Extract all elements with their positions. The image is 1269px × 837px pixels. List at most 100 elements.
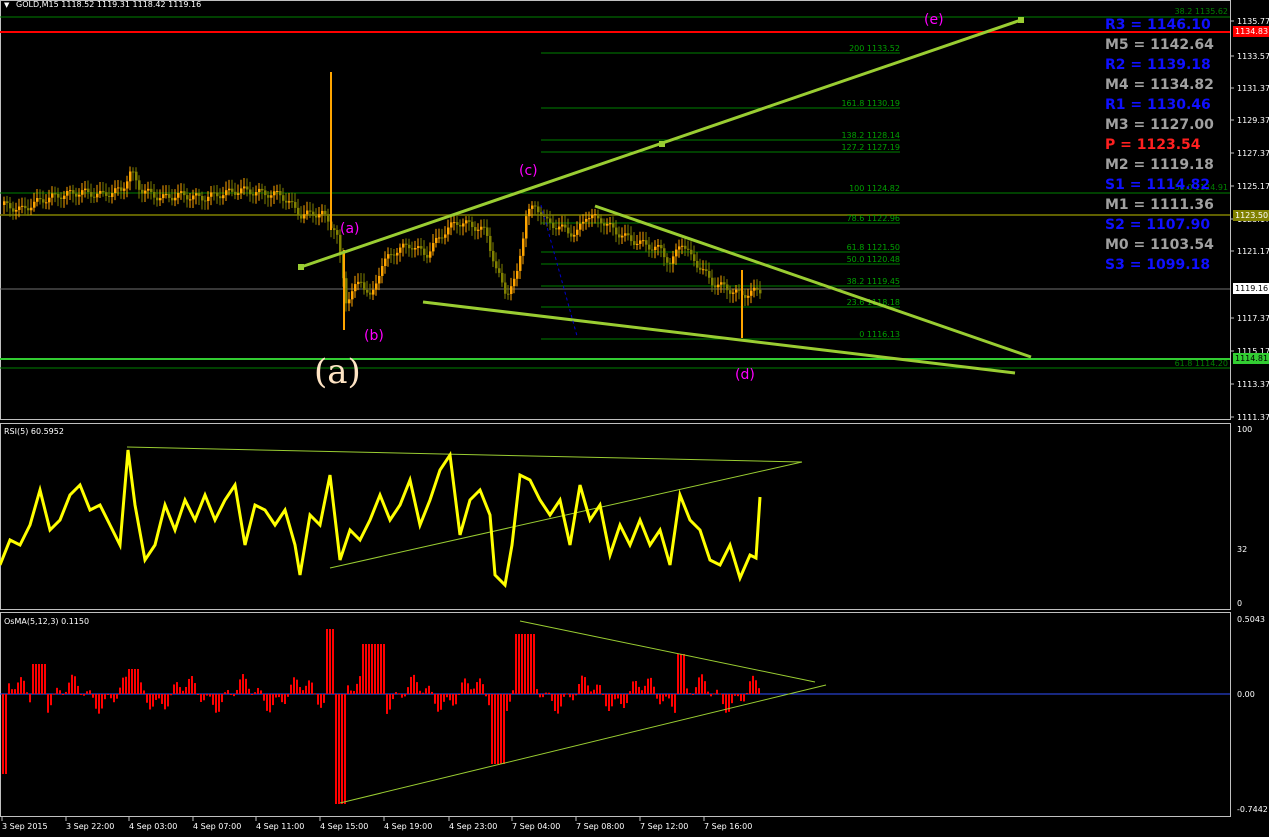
osma-bar — [407, 687, 409, 694]
candle-body — [243, 186, 246, 189]
candle-body — [369, 292, 372, 295]
osma-bar — [197, 694, 199, 695]
candle-body — [501, 272, 504, 283]
candle-body — [408, 244, 411, 249]
candle-body — [750, 290, 753, 296]
osma-bar — [92, 694, 94, 698]
osma-bar — [161, 694, 163, 704]
osma-upper-trendline[interactable] — [519, 620, 816, 683]
osma-bar — [554, 694, 556, 711]
candle-body — [192, 195, 195, 200]
candle-body — [105, 192, 108, 196]
fib-level-label: 200 1133.52 — [849, 44, 900, 53]
osma-bar — [347, 685, 349, 694]
osma-bar — [557, 694, 559, 714]
candle-body — [45, 202, 48, 204]
candle-body — [69, 190, 72, 192]
time-axis[interactable]: 3 Sep 2015 3 Sep 22:00 4 Sep 03:00 4 Sep 07… — [1, 817, 752, 831]
candle-body — [606, 223, 609, 226]
candle-body — [669, 262, 672, 264]
upper-trendline-handle-end[interactable] — [1018, 17, 1024, 23]
candle-body — [237, 193, 240, 195]
candle-body — [195, 193, 198, 196]
candle-body — [720, 282, 723, 285]
candle-body — [351, 291, 354, 300]
candle-body — [189, 199, 192, 201]
candle-body — [336, 230, 339, 235]
candle-body — [30, 207, 33, 211]
candle-body — [447, 227, 450, 235]
osma-bar — [209, 694, 211, 697]
candle-body — [207, 196, 210, 201]
osma-lower-trendline[interactable] — [339, 684, 827, 804]
candle-body — [420, 246, 423, 249]
candle-body — [321, 210, 324, 215]
osma-bar — [539, 694, 541, 698]
time-tick-label: 4 Sep 11:00 — [256, 822, 304, 831]
candle-body — [201, 195, 204, 201]
osma-bar — [44, 664, 46, 694]
candle-body — [444, 234, 447, 238]
candle-body — [453, 222, 456, 224]
lower-trendline[interactable] — [422, 300, 1016, 375]
candle-body — [309, 210, 312, 212]
candle-body — [738, 289, 741, 291]
osma-bar — [626, 694, 628, 704]
osma-bar — [677, 654, 679, 694]
price-tick-label: 1127.37 — [1237, 149, 1269, 158]
candle-body — [114, 188, 117, 194]
osma-bar — [518, 634, 520, 694]
candle-body — [699, 267, 702, 270]
candle-body — [426, 254, 429, 258]
time-tick-label: 7 Sep 16:00 — [704, 822, 752, 831]
fibonacci-retracement[interactable]: 200 1133.52 161.8 1130.19 138.2 1128.14 127… — [541, 44, 900, 340]
candle-body — [735, 289, 738, 293]
candle-body — [576, 229, 579, 235]
candle-body — [153, 191, 156, 198]
osma-bar — [695, 687, 697, 694]
osma-bar — [515, 634, 517, 694]
upper-trendline-handle-mid[interactable] — [659, 141, 665, 147]
price-tick-label: 1111.37 — [1237, 413, 1269, 422]
trading-chart[interactable]: ▼ GOLD,M15 1118.52 1119.31 1118.42 1119.… — [0, 0, 1269, 837]
time-tick-label: 7 Sep 12:00 — [640, 822, 688, 831]
candle-body — [387, 254, 390, 259]
candle-body — [480, 226, 483, 230]
osma-bar — [437, 694, 439, 712]
upper-trendline-handle-start[interactable] — [298, 264, 304, 270]
candle-body — [705, 269, 708, 272]
candle-body — [759, 289, 762, 294]
osma-bar — [758, 688, 760, 694]
osma-bar — [290, 684, 292, 694]
osma-bar — [341, 694, 343, 804]
osma-bar — [320, 694, 322, 708]
osma-bar — [308, 680, 310, 694]
descending-trendline[interactable] — [594, 204, 1032, 359]
osma-bar — [140, 682, 142, 694]
osma-bar — [572, 694, 574, 701]
candle-body — [594, 214, 597, 216]
candle-body — [564, 224, 567, 228]
candle-body — [228, 188, 231, 191]
osma-bar — [179, 687, 181, 694]
osma-bar — [509, 694, 511, 702]
candle-body — [312, 211, 315, 216]
symbol-dropdown-icon[interactable]: ▼ — [4, 1, 10, 9]
candle-body — [252, 194, 255, 196]
osma-bar — [107, 694, 109, 695]
osma-bar — [692, 694, 694, 695]
candle-body — [288, 201, 291, 203]
candle-body — [417, 246, 420, 248]
osma-bar — [248, 688, 250, 694]
osma-bar — [143, 690, 145, 694]
osma-bar — [59, 690, 61, 694]
candle-body — [240, 188, 243, 194]
osma-bar — [746, 692, 748, 694]
osma-bar — [605, 694, 607, 707]
candle-body — [279, 191, 282, 196]
candle-body — [231, 188, 234, 192]
osma-bar — [203, 694, 205, 701]
time-tick-label: 3 Sep 2015 — [2, 822, 48, 831]
osma-bar — [629, 691, 631, 694]
rsi-upper-trendline[interactable] — [126, 446, 803, 463]
